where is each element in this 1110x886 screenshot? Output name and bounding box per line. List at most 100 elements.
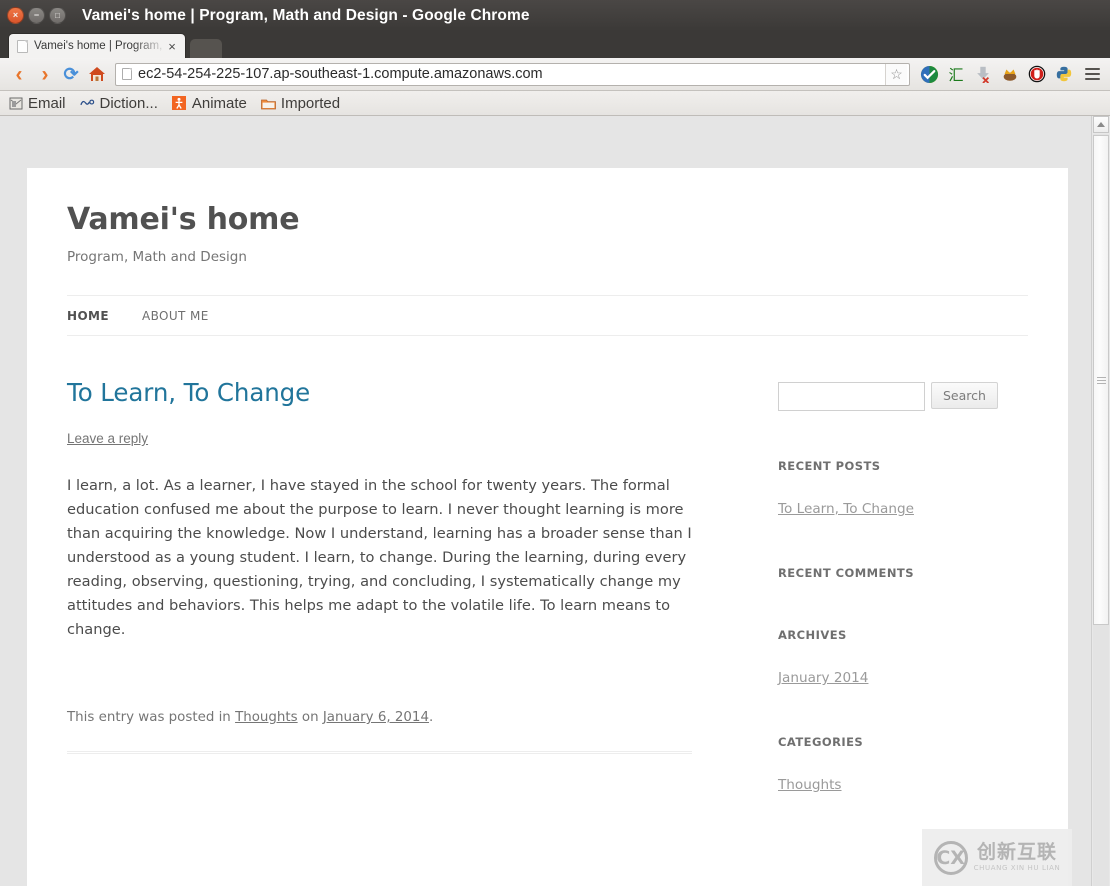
widget-categories: CATEGORIES Thoughts: [778, 735, 1028, 794]
hui-glyph: 汇: [948, 65, 964, 84]
site-description: Program, Math and Design: [67, 249, 247, 265]
archive-link[interactable]: January 2014: [778, 670, 868, 686]
window-maximize-button[interactable]: □: [49, 7, 66, 24]
reload-button[interactable]: ⟳: [58, 61, 84, 87]
bookmark-animate[interactable]: Animate: [172, 95, 247, 112]
post-title-link[interactable]: To Learn, To Change: [67, 378, 310, 407]
list-item: To Learn, To Change: [778, 500, 1028, 518]
watermark-pinyin: CHUANG XIN HU LIAN: [973, 864, 1061, 872]
window-controls: × − □: [7, 7, 66, 24]
address-bar[interactable]: ec2-54-254-225-107.ap-southeast-1.comput…: [115, 62, 910, 86]
scroll-up-button[interactable]: [1093, 116, 1109, 133]
bookmark-email[interactable]: Email: [8, 95, 66, 112]
chevron-right-icon: ›: [41, 62, 49, 86]
web-page: Vamei's home Program, Math and Design HO…: [0, 116, 1091, 886]
browser-menu-button[interactable]: [1080, 62, 1104, 86]
new-tab-button[interactable]: [190, 39, 222, 58]
category-link[interactable]: Thoughts: [778, 777, 842, 793]
browser-tab[interactable]: Vamei's home | Program, ×: [8, 33, 186, 58]
star-icon: ☆: [890, 65, 903, 82]
crown-icon[interactable]: [998, 62, 1022, 86]
watermark-logo-icon: CX: [933, 840, 968, 875]
widget-list: Thoughts: [778, 776, 1028, 794]
hamburger-menu-icon: [1084, 68, 1100, 70]
widget-list: To Learn, To Change: [778, 500, 1028, 518]
watermark: CX 创新互联 CHUANG XIN HU LIAN: [922, 829, 1072, 886]
browser-window: × − □ Vamei's home | Program, Math and D…: [0, 0, 1110, 886]
widget-recent-posts: RECENT POSTS To Learn, To Change: [778, 459, 1028, 518]
bookmark-label: Imported: [280, 94, 341, 112]
widget-recent-comments: RECENT COMMENTS: [778, 566, 1028, 580]
browser-toolbar: ‹ › ⟳ ec2-54-254-225-107.ap-southeast-1.…: [0, 58, 1110, 91]
site-title: Vamei's home: [67, 202, 300, 237]
recent-post-link[interactable]: To Learn, To Change: [778, 501, 914, 517]
python-icon[interactable]: [1052, 62, 1076, 86]
bookmarks-bar: Email Diction... Animate Imported: [0, 91, 1110, 116]
watermark-chinese: 创新互联: [976, 841, 1057, 863]
main-content: To Learn, To Change Leave a reply I lear…: [67, 378, 700, 794]
search-input[interactable]: [778, 382, 925, 411]
scrollbar-grip-icon: [1096, 376, 1106, 384]
extension-icons: 汇: [914, 62, 1076, 86]
reload-icon: ⟳: [63, 64, 79, 84]
post-separator: [67, 751, 692, 754]
bookmark-label: Diction...: [99, 94, 158, 112]
nav-item-home[interactable]: HOME: [67, 309, 109, 323]
tab-close-icon[interactable]: ×: [165, 40, 179, 53]
search-button[interactable]: Search: [931, 382, 998, 409]
bookmark-label: Email: [28, 94, 66, 112]
leave-a-reply-link[interactable]: Leave a reply: [67, 431, 148, 446]
post-meta-suffix: .: [428, 710, 434, 725]
forward-button[interactable]: ›: [32, 61, 58, 87]
minimize-icon: −: [33, 10, 40, 20]
post-date-link[interactable]: January 6, 2014: [323, 710, 429, 725]
list-item: January 2014: [778, 669, 1028, 687]
tab-strip: Vamei's home | Program, ×: [0, 31, 1110, 58]
widget-list: January 2014: [778, 669, 1028, 687]
widget-title: RECENT POSTS: [778, 459, 881, 473]
url-text: ec2-54-254-225-107.ap-southeast-1.comput…: [138, 66, 543, 82]
window-close-button[interactable]: ×: [7, 7, 24, 24]
bookmark-dictionary[interactable]: Diction...: [79, 94, 158, 112]
post-meta: This entry was posted in Thoughts on Jan…: [67, 710, 700, 725]
page-viewport: Vamei's home Program, Math and Design HO…: [0, 116, 1110, 886]
post-title[interactable]: To Learn, To Change: [67, 378, 700, 407]
widget-title: ARCHIVES: [778, 628, 847, 642]
post-category-link[interactable]: Thoughts: [235, 710, 298, 725]
list-item: Thoughts: [778, 776, 1028, 794]
site-nav: HOME ABOUT ME: [67, 295, 1028, 336]
hui-character-icon[interactable]: 汇: [944, 62, 968, 86]
page-info-icon[interactable]: [122, 68, 132, 80]
close-icon: ×: [12, 10, 19, 20]
post-reply-line: Leave a reply: [67, 431, 700, 446]
window-title: Vamei's home | Program, Math and Design …: [82, 6, 530, 24]
tab-favicon-icon: [17, 39, 28, 53]
site-container: Vamei's home Program, Math and Design HO…: [27, 168, 1068, 886]
back-button[interactable]: ‹: [6, 61, 32, 87]
stop-hand-icon[interactable]: [1025, 62, 1049, 86]
bookmark-imported-folder[interactable]: Imported: [261, 95, 340, 112]
shield-check-icon[interactable]: [917, 62, 941, 86]
post-body: I learn, a lot. As a learner, I have sta…: [67, 477, 692, 638]
home-button[interactable]: [84, 61, 110, 87]
tab-title: Vamei's home | Program,: [34, 40, 163, 52]
bookmark-label: Animate: [191, 94, 247, 112]
window-minimize-button[interactable]: −: [28, 7, 45, 24]
animate-icon: [172, 96, 187, 111]
widget-title: CATEGORIES: [778, 735, 864, 749]
vertical-scrollbar[interactable]: [1091, 116, 1110, 886]
content-columns: To Learn, To Change Leave a reply I lear…: [67, 378, 1028, 794]
dictionary-icon: [79, 96, 95, 111]
search-widget: Search: [778, 382, 1028, 411]
widget-archives: ARCHIVES January 2014: [778, 628, 1028, 687]
nav-item-about-me[interactable]: ABOUT ME: [142, 309, 209, 323]
folder-icon: [261, 96, 276, 111]
mail-icon: [8, 96, 23, 111]
bookmark-star-button[interactable]: ☆: [885, 63, 907, 85]
post-meta-mid: on: [297, 710, 323, 725]
download-blocked-icon[interactable]: [971, 62, 995, 86]
sidebar: Search RECENT POSTS To Learn, To Change: [700, 378, 1028, 794]
maximize-icon: □: [55, 10, 60, 20]
chevron-up-icon: [1097, 122, 1105, 127]
scrollbar-thumb[interactable]: [1093, 135, 1109, 625]
